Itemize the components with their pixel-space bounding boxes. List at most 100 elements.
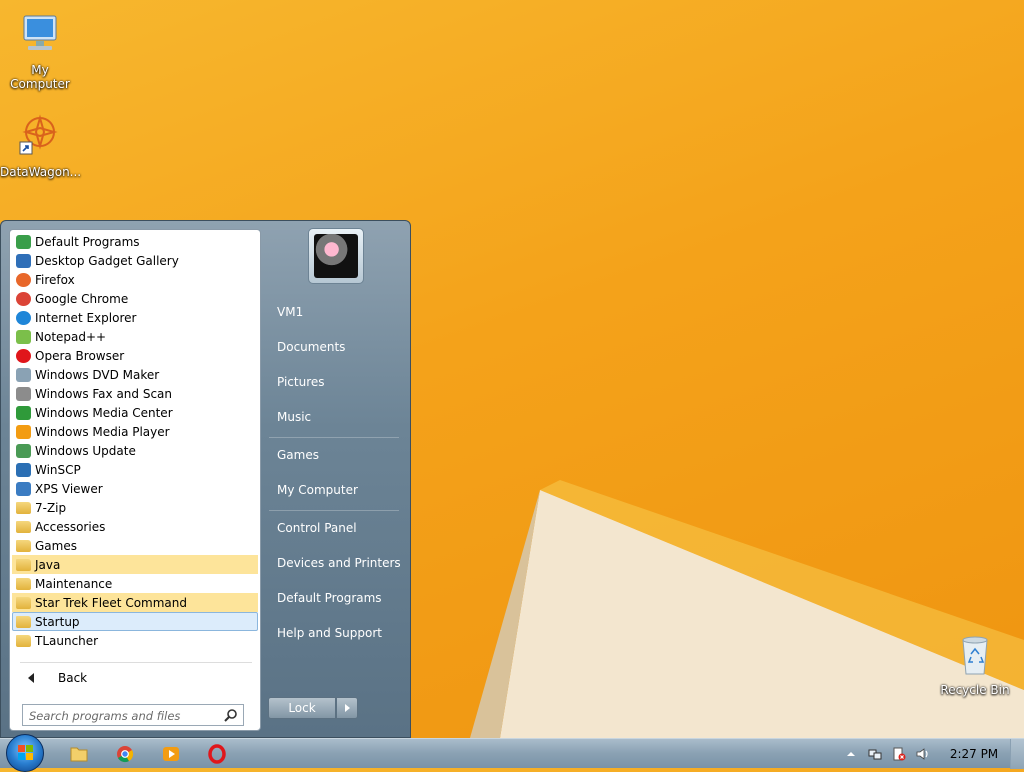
xps-viewer-icon <box>16 482 31 496</box>
taskbar-explorer[interactable] <box>62 742 96 766</box>
taskbar-media-player[interactable] <box>154 742 188 766</box>
chrome-icon <box>117 746 134 763</box>
program-item[interactable]: XPS Viewer <box>12 479 258 498</box>
show-desktop-button[interactable] <box>1010 739 1024 769</box>
media-center-icon <box>16 406 31 420</box>
program-label: Windows Update <box>35 444 136 458</box>
program-item[interactable]: Startup <box>12 612 258 631</box>
right-item-default-programs[interactable]: Default Programs <box>267 582 403 614</box>
desktop-icon-label: My Computer <box>10 63 70 91</box>
show-hidden-icons-icon[interactable] <box>844 747 858 761</box>
program-item[interactable]: Google Chrome <box>12 289 258 308</box>
right-item-games[interactable]: Games <box>267 439 403 471</box>
start-button[interactable] <box>6 734 44 772</box>
shutdown-options-button[interactable] <box>336 697 358 719</box>
program-label: Java <box>35 558 61 572</box>
program-label: Windows Media Player <box>35 425 170 439</box>
desktop-icon-recycle-bin[interactable]: Recycle Bin <box>935 630 1015 697</box>
search-icon[interactable] <box>224 708 238 722</box>
program-item[interactable]: Accessories <box>12 517 258 536</box>
program-label: Default Programs <box>35 235 140 249</box>
windows-update-icon <box>16 444 31 458</box>
program-label: Windows Media Center <box>35 406 173 420</box>
program-label: Opera Browser <box>35 349 125 363</box>
start-menu: Default Programs Desktop Gadget Gallery Fi… <box>0 220 411 738</box>
program-item[interactable]: Maintenance <box>12 574 258 593</box>
taskbar-opera[interactable] <box>200 742 234 766</box>
program-item[interactable]: Java <box>12 555 258 574</box>
divider <box>20 662 252 663</box>
windows-logo-icon <box>18 745 33 760</box>
program-label: Startup <box>35 615 80 629</box>
program-label: XPS Viewer <box>35 482 103 496</box>
program-item[interactable]: Opera Browser <box>12 346 258 365</box>
dvd-maker-icon <box>16 368 31 382</box>
folder-icon <box>16 521 31 533</box>
clock[interactable]: 2:27 PM <box>946 739 1002 769</box>
folder-icon <box>16 559 31 571</box>
desktop-icon-my-computer[interactable]: My Computer <box>0 10 80 91</box>
program-item[interactable]: Firefox <box>12 270 258 289</box>
program-label: WinSCP <box>35 463 81 477</box>
program-item[interactable]: Notepad++ <box>12 327 258 346</box>
search-box[interactable] <box>22 704 244 726</box>
divider <box>269 437 399 438</box>
datawagon-shortcut-icon <box>19 114 58 155</box>
program-label: Google Chrome <box>35 292 129 306</box>
fax-scan-icon <box>16 387 31 401</box>
taskbar-chrome[interactable] <box>108 742 142 766</box>
opera-icon <box>208 744 226 764</box>
user-avatar[interactable] <box>308 228 364 284</box>
desktop-icon-label: DataWagon... <box>0 165 82 179</box>
program-item[interactable]: Windows Media Center <box>12 403 258 422</box>
program-item[interactable]: Windows DVD Maker <box>12 365 258 384</box>
right-item-documents[interactable]: Documents <box>267 331 403 363</box>
folder-icon <box>16 616 31 628</box>
right-item-help-support[interactable]: Help and Support <box>267 617 403 649</box>
taskbar: 2:27 PM <box>0 734 1024 772</box>
program-item[interactable]: 7-Zip <box>12 498 258 517</box>
recycle-bin-icon <box>962 636 988 675</box>
computer-icon <box>23 15 57 50</box>
programs-pane: Default Programs Desktop Gadget Gallery Fi… <box>9 229 261 731</box>
back-arrow-icon <box>28 673 34 683</box>
volume-icon[interactable] <box>915 747 929 761</box>
program-item[interactable]: Games <box>12 536 258 555</box>
program-label: Games <box>35 539 77 553</box>
right-item-pictures[interactable]: Pictures <box>267 366 403 398</box>
gadget-gallery-icon <box>16 254 31 268</box>
firefox-icon <box>16 273 31 287</box>
right-item-my-computer[interactable]: My Computer <box>267 474 403 506</box>
right-item-vm1[interactable]: VM1 <box>267 296 403 328</box>
folder-icon <box>16 635 31 647</box>
right-item-devices-printers[interactable]: Devices and Printers <box>267 547 403 579</box>
programs-list: Default Programs Desktop Gadget Gallery Fi… <box>12 232 258 650</box>
lock-button[interactable]: Lock <box>268 697 336 719</box>
program-item[interactable]: Windows Update <box>12 441 258 460</box>
program-item[interactable]: Desktop Gadget Gallery <box>12 251 258 270</box>
program-item[interactable]: Star Trek Fleet Command <box>12 593 258 612</box>
program-item[interactable]: Windows Media Player <box>12 422 258 441</box>
program-label: Star Trek Fleet Command <box>35 596 188 610</box>
program-label: Desktop Gadget Gallery <box>35 254 179 268</box>
right-item-music[interactable]: Music <box>267 401 403 433</box>
program-label: Maintenance <box>35 577 113 591</box>
avatar-image <box>314 234 358 278</box>
network-icon[interactable] <box>868 747 882 761</box>
program-label: Accessories <box>35 520 106 534</box>
program-item[interactable]: Default Programs <box>12 232 258 251</box>
program-item[interactable]: WinSCP <box>12 460 258 479</box>
program-item[interactable]: Internet Explorer <box>12 308 258 327</box>
program-item[interactable]: Windows Fax and Scan <box>12 384 258 403</box>
notepad-plus-plus-icon <box>16 330 31 344</box>
program-label: Windows Fax and Scan <box>35 387 173 401</box>
media-player-icon <box>163 747 179 761</box>
right-item-control-panel[interactable]: Control Panel <box>267 512 403 544</box>
program-item[interactable]: TLauncher <box>12 631 258 650</box>
back-button[interactable]: Back <box>20 667 252 689</box>
folder-icon <box>16 502 31 514</box>
action-center-alert-icon[interactable] <box>892 747 906 761</box>
search-input[interactable] <box>27 706 221 726</box>
folder-icon <box>16 578 31 590</box>
desktop-icon-datawagon[interactable]: DataWagon... <box>0 112 82 179</box>
